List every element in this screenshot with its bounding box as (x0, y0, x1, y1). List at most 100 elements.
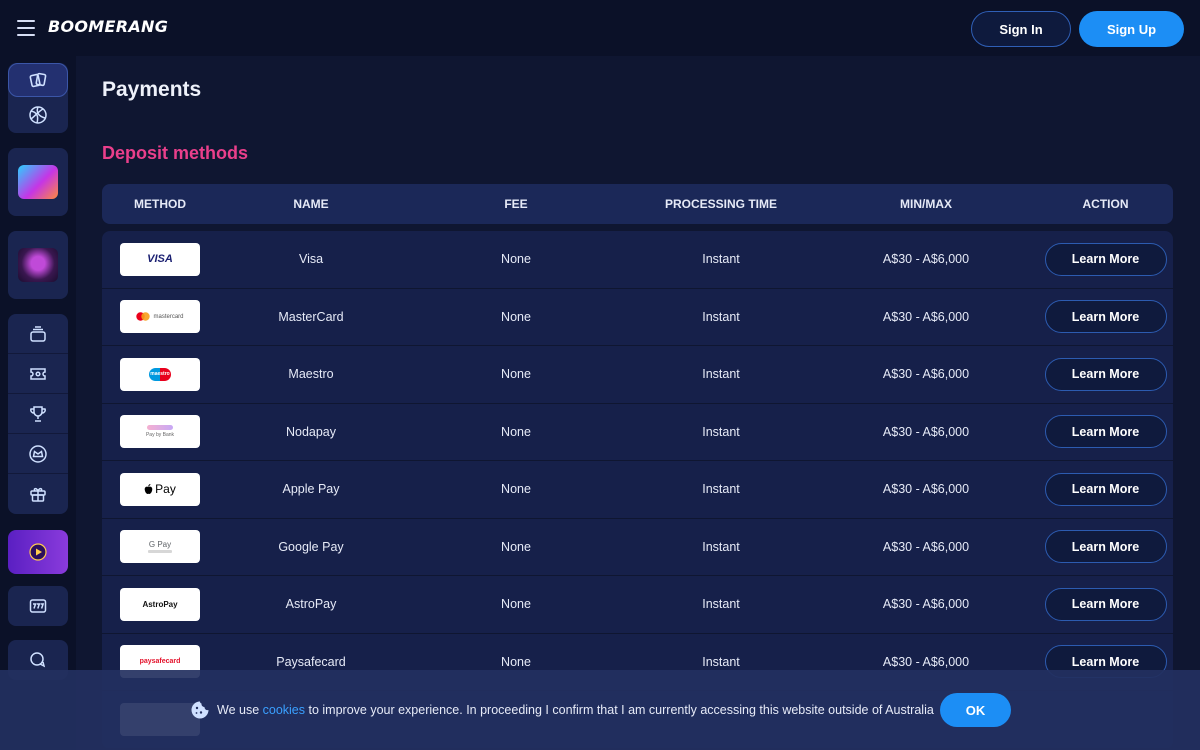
astropay-logo-text: AstroPay (142, 599, 178, 609)
astropay-logo: AstroPay (120, 587, 200, 621)
method-name: Apple Pay (282, 482, 340, 497)
method-minmax: A$30 - A$6,000 (882, 252, 970, 267)
method-name: AstroPay (285, 597, 337, 612)
method-processing-time: Instant (702, 252, 740, 267)
trophy-icon (30, 405, 46, 422)
column-header-action: ACTION (1082, 197, 1129, 211)
cookie-icon (191, 701, 209, 719)
learn-more-button[interactable]: Learn More (1044, 530, 1167, 564)
sidebar-play-banner[interactable] (8, 530, 68, 574)
apple-pay-logo: Pay (120, 472, 200, 506)
method-fee: None (501, 597, 531, 612)
nodapay-logo-text: Pay by Bank (145, 432, 175, 439)
cookie-text-before: We use (217, 703, 263, 717)
mastercard-logo: mastercard (120, 300, 200, 334)
sign-up-button[interactable]: Sign Up (1079, 11, 1184, 47)
method-processing-time: Instant (702, 309, 740, 324)
method-minmax: A$30 - A$6,000 (882, 539, 970, 554)
slot-777-icon (29, 599, 47, 613)
method-processing-time: Instant (702, 654, 740, 669)
mastercard-circles-icon (136, 312, 151, 321)
apple-icon (144, 483, 153, 494)
method-name: Nodapay (285, 424, 337, 439)
volleyball-icon (29, 106, 47, 124)
method-name: Maestro (288, 367, 334, 382)
top-header: BOOMERANG Sign In Sign Up (0, 0, 1200, 56)
learn-more-button[interactable]: Learn More (1044, 300, 1167, 334)
page-title: Payments (102, 78, 202, 101)
play-icon (29, 543, 47, 561)
sidebar-item-sports[interactable] (8, 97, 68, 133)
table-row: VISA Visa None Instant A$30 - A$6,000 Le… (102, 231, 1173, 289)
method-minmax: A$30 - A$6,000 (882, 597, 970, 612)
method-fee: None (501, 482, 531, 497)
sidebar-item-slots[interactable] (8, 586, 68, 626)
learn-more-button[interactable]: Learn More (1044, 472, 1167, 506)
apple-pay-logo-text: Pay (155, 482, 176, 497)
sidebar-item-layers[interactable] (8, 314, 68, 354)
section-title: Deposit methods (102, 143, 249, 163)
hamburger-menu-icon[interactable] (16, 18, 36, 38)
method-minmax: A$30 - A$6,000 (882, 424, 970, 439)
method-fee: None (501, 539, 531, 554)
method-name: Paysafecard (276, 654, 346, 669)
method-fee: None (501, 424, 531, 439)
sidebar-category-group (8, 63, 68, 133)
column-header-fee: FEE (504, 197, 528, 211)
method-processing-time: Instant (702, 539, 740, 554)
paysafecard-logo-text: paysafecard (139, 658, 181, 666)
table-row: AstroPay AstroPay None Instant A$30 - A$… (102, 576, 1173, 634)
method-processing-time: Instant (702, 482, 740, 497)
method-minmax: A$30 - A$6,000 (882, 309, 970, 324)
chat-icon (30, 652, 46, 668)
sidebar-slots-group (8, 586, 68, 626)
ticket-icon (30, 367, 46, 380)
sidebar-item-casino[interactable] (8, 63, 68, 97)
cookie-message: We use cookies to improve your experienc… (217, 703, 934, 717)
learn-more-button[interactable]: Learn More (1044, 242, 1167, 276)
table-row: G Pay Google Pay None Instant A$30 - A$6… (102, 519, 1173, 576)
mastercard-logo-text: mastercard (153, 313, 184, 320)
nodapay-mark (147, 425, 173, 431)
sidebar-item-tickets[interactable] (8, 354, 68, 394)
sign-in-button[interactable]: Sign In (971, 11, 1071, 47)
google-pay-subline (148, 550, 172, 554)
column-header-processing-time: PROCESSING TIME (664, 197, 777, 211)
sidebar-item-promotions[interactable] (8, 474, 68, 514)
column-header-name: NAME (293, 197, 329, 211)
brand-logo[interactable]: BOOMERANG (48, 17, 168, 36)
column-header-method: METHOD (134, 197, 186, 211)
cookie-text-after: to improve your experience. In proceedin… (305, 703, 934, 717)
sidebar-nav-group (8, 314, 68, 514)
method-name: Google Pay (278, 539, 344, 554)
table-row: Pay by Bank Nodapay None Instant A$30 - … (102, 404, 1173, 461)
learn-more-button[interactable]: Learn More (1044, 415, 1167, 449)
method-fee: None (501, 252, 531, 267)
method-processing-time: Instant (702, 424, 740, 439)
table-row: maestro Maestro None Instant A$30 - A$6,… (102, 346, 1173, 404)
maestro-mark: maestro (149, 367, 171, 381)
sidebar-game-tile-1[interactable] (8, 148, 68, 216)
sidebar-item-tournaments[interactable] (8, 394, 68, 434)
cookies-link[interactable]: cookies (263, 703, 305, 717)
google-pay-logo-text: G Pay (148, 540, 172, 550)
sidebar-game-tile-2[interactable] (8, 231, 68, 299)
left-sidebar (0, 56, 76, 750)
gift-icon (30, 487, 46, 502)
nodapay-logo: Pay by Bank (120, 415, 200, 449)
method-processing-time: Instant (702, 367, 740, 382)
game-tile-image (18, 248, 58, 282)
cookie-ok-button[interactable]: OK (940, 693, 1011, 727)
visa-logo: VISA (120, 242, 200, 276)
method-minmax: A$30 - A$6,000 (882, 367, 970, 382)
table-header: METHOD NAME FEE PROCESSING TIME MIN/MAX … (102, 184, 1173, 224)
method-name: MasterCard (278, 309, 344, 324)
app: BOOMERANG Sign In Sign Up Payments Depos… (0, 0, 1200, 750)
sidebar-item-vip[interactable] (8, 434, 68, 474)
method-processing-time: Instant (702, 597, 740, 612)
google-pay-logo: G Pay (120, 530, 200, 564)
game-tile-image (18, 165, 58, 199)
learn-more-button[interactable]: Learn More (1044, 587, 1167, 621)
cookie-consent-bar: We use cookies to improve your experienc… (0, 670, 1200, 750)
learn-more-button[interactable]: Learn More (1044, 357, 1167, 391)
